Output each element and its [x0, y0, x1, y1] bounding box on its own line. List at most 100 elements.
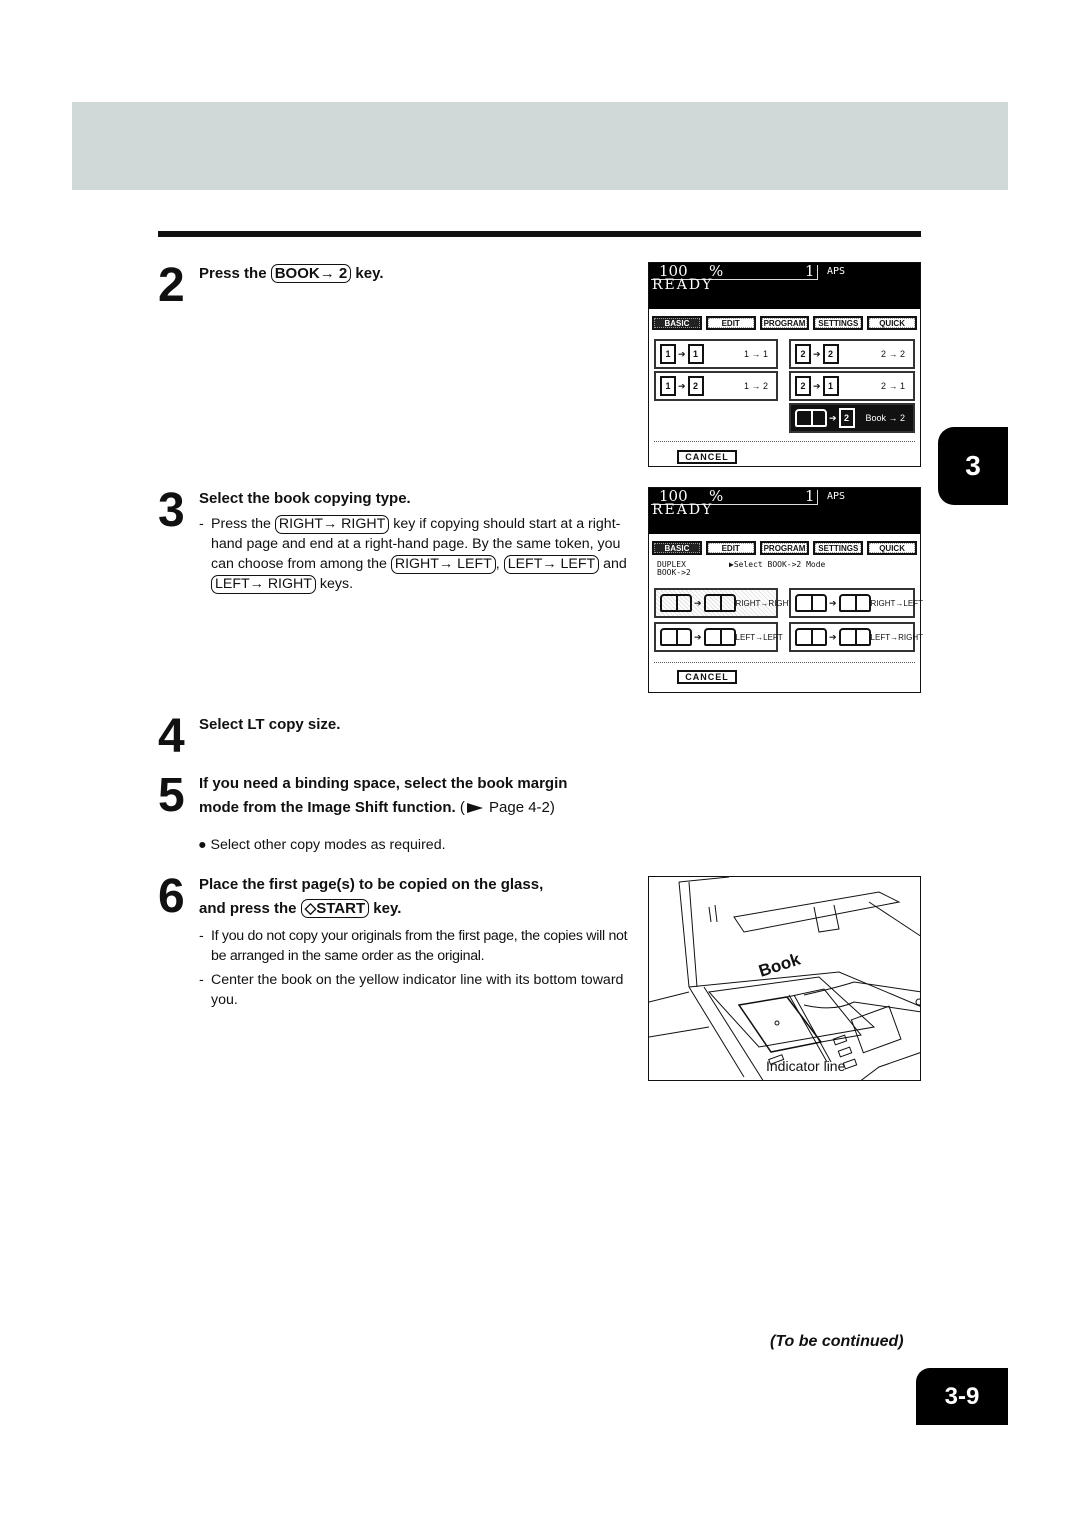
- cancel-button[interactable]: CANCEL: [677, 670, 737, 684]
- tab-settings[interactable]: SETTINGS: [813, 316, 864, 330]
- step-title: Select the book copying type.: [199, 490, 411, 507]
- section-rule: [158, 231, 921, 237]
- left-to-left-button[interactable]: ➔ LEFT→LEFT: [654, 622, 783, 652]
- tab-program[interactable]: PROGRAM: [759, 316, 810, 330]
- mode-1-to-2-button[interactable]: 1 ➔ 2 1 → 2: [654, 371, 778, 401]
- mode-label: 2 → 2: [880, 349, 905, 359]
- tab-quick[interactable]: QUICK: [867, 316, 917, 330]
- arrow-icon: ➔: [694, 631, 702, 642]
- bullet-note: ● Select other copy modes as required.: [198, 837, 446, 853]
- copy-count: 1: [805, 262, 815, 280]
- instruction-note: Press the RIGHT→ RIGHT key if copying sh…: [199, 514, 639, 594]
- open-book-icon: [660, 594, 692, 612]
- start-key: ◇START: [300, 899, 370, 918]
- copier-panel-duplex: 100 % 1 APS READY BASIC EDIT PROGRAM SET…: [648, 262, 921, 467]
- title-line: and press the ◇START key.: [199, 897, 543, 921]
- page-icon: 2: [795, 376, 811, 396]
- page-icon: 1: [660, 344, 676, 364]
- page-icon: 2: [795, 344, 811, 364]
- mode-label: 2 → 1: [880, 381, 905, 391]
- step-body: Press the RIGHT→ RIGHT key if copying sh…: [199, 514, 639, 594]
- arrow-icon: ➔: [694, 597, 702, 608]
- mode-label: RIGHT→RIGHT: [735, 598, 794, 608]
- open-book-icon: [795, 628, 827, 646]
- mode-2-to-2-button[interactable]: 2 ➔ 2 2 → 2: [789, 339, 915, 369]
- page-icon: 2: [838, 408, 855, 428]
- tab-bar: BASIC EDIT PROGRAM SETTINGS QUICK: [649, 309, 920, 333]
- open-book-icon: [795, 409, 827, 427]
- title-line: If you need a binding space, select the …: [199, 775, 568, 792]
- step-number: 3: [158, 484, 185, 537]
- mode-line: BOOK->2: [657, 568, 691, 577]
- page-icon: 1: [660, 376, 676, 396]
- mode-book-to-2-button[interactable]: ➔ 2 Book → 2: [789, 403, 915, 433]
- page-icon: 1: [822, 376, 839, 396]
- step-title: Select LT copy size.: [199, 716, 341, 733]
- right-right-key: RIGHT→ RIGHT: [274, 515, 390, 534]
- aps-indicator: APS: [827, 491, 846, 502]
- right-to-right-button[interactable]: ➔ RIGHT→RIGHT: [654, 588, 793, 618]
- page-reference[interactable]: ( Page 4-2): [460, 799, 555, 816]
- mode-1-to-1-button[interactable]: 1 ➔ 1 1 → 1: [654, 339, 778, 369]
- tab-program[interactable]: PROGRAM: [759, 541, 810, 555]
- step-number: 4: [158, 710, 185, 763]
- chapter-tab: 3: [938, 427, 1008, 505]
- left-to-right-button[interactable]: ➔ LEFT→RIGHT: [789, 622, 923, 652]
- open-book-icon: [838, 594, 871, 612]
- mode-label: LEFT→LEFT: [735, 632, 783, 642]
- open-book-icon: [703, 628, 736, 646]
- copier-glass-drawing: Book: [649, 877, 920, 1080]
- mode-label: 1 → 1: [743, 349, 768, 359]
- page-number: 3-9: [916, 1368, 1008, 1425]
- tab-settings[interactable]: SETTINGS: [813, 541, 864, 555]
- instruction-note: Center the book on the yellow indicator …: [199, 970, 639, 1010]
- cancel-button[interactable]: CANCEL: [677, 450, 737, 464]
- open-book-icon: [660, 628, 692, 646]
- title-text: key.: [355, 265, 384, 282]
- status-display: 100 % 1 APS READY: [649, 487, 920, 534]
- book-mode-grid: DUPLEX BOOK->2 ▶Select BOOK->2 Mode ➔ RI…: [649, 558, 923, 698]
- open-book-icon: [838, 628, 871, 646]
- mode-2-to-1-button[interactable]: 2 ➔ 1 2 → 1: [789, 371, 915, 401]
- copy-count: 1: [805, 487, 815, 505]
- body-text: Press the: [211, 516, 271, 532]
- step-number: 2: [158, 259, 185, 312]
- ref-text: Page 4-2): [489, 799, 555, 816]
- arrow-icon: ➔: [829, 631, 837, 642]
- arrow-icon: ➔: [829, 412, 837, 423]
- bullet-text: Select other copy modes as required.: [210, 837, 446, 853]
- title-text: and press the: [199, 900, 297, 917]
- mode-label: Book → 2: [865, 413, 905, 423]
- arrow-icon: ➔: [678, 348, 686, 359]
- open-book-icon: [703, 594, 736, 612]
- mode-label: RIGHT→LEFT: [870, 598, 923, 608]
- indicator-line-label: Indicator line: [766, 1058, 846, 1074]
- book-to-2-key: BOOK→ 2: [270, 264, 352, 283]
- page-icon: 1: [687, 344, 704, 364]
- divider: [654, 441, 915, 442]
- tab-basic[interactable]: BASIC: [652, 316, 702, 330]
- left-right-key: LEFT→ RIGHT: [211, 575, 316, 594]
- arrow-icon: ➔: [678, 380, 686, 391]
- step-title: Place the first page(s) to be copied on …: [199, 873, 543, 921]
- duplex-mode-grid: 1 ➔ 1 1 → 1 2 ➔ 2 2 → 2 1 ➔ 2 1 → 2 2 ➔ 1 2 → 1 …: [649, 333, 920, 473]
- right-to-left-button[interactable]: ➔ RIGHT→LEFT: [789, 588, 923, 618]
- right-left-key: RIGHT→ LEFT: [390, 555, 496, 574]
- step-number: 6: [158, 870, 185, 923]
- aps-indicator: APS: [827, 266, 846, 277]
- title-line: mode from the Image Shift function. ( Pa…: [199, 796, 567, 820]
- step-number: 5: [158, 769, 185, 822]
- continued-note: (To be continued): [770, 1333, 904, 1350]
- arrow-icon: ➔: [813, 380, 821, 391]
- copier-panel-book-mode: 100 % 1 APS READY BASIC EDIT PROGRAM SET…: [648, 487, 923, 693]
- step-title: If you need a binding space, select the …: [199, 772, 567, 820]
- title-text: Press the: [199, 265, 267, 282]
- tab-edit[interactable]: EDIT: [705, 541, 756, 555]
- tab-quick[interactable]: QUICK: [867, 541, 917, 555]
- tab-basic[interactable]: BASIC: [652, 541, 702, 555]
- mode-label: LEFT→RIGHT: [870, 632, 923, 642]
- step-title: Press the BOOK→ 2 key.: [199, 262, 384, 286]
- status-display: 100 % 1 APS READY: [649, 262, 920, 309]
- tab-edit[interactable]: EDIT: [705, 316, 756, 330]
- mode-name: DUPLEX BOOK->2: [657, 561, 691, 577]
